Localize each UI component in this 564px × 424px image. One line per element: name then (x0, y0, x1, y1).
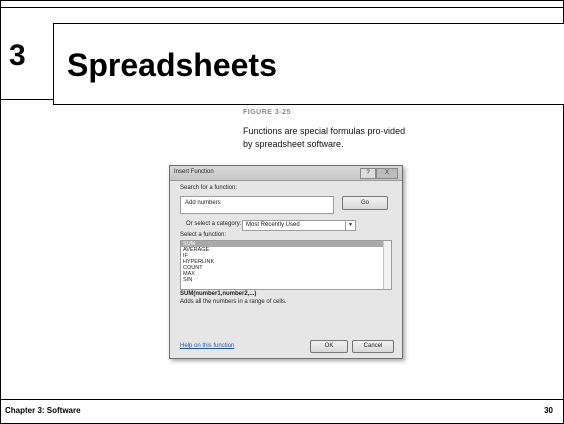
close-button[interactable]: X (376, 168, 398, 179)
slide: 3 Spreadsheets FIGURE 3-25 Functions are… (0, 0, 564, 424)
function-list[interactable]: SUM AVERAGE IF HYPERLINK COUNT MAX SIN (180, 240, 392, 290)
figure-label: FIGURE 3-25 (243, 109, 291, 116)
help-link[interactable]: Help on this function (180, 343, 234, 349)
top-rule (1, 7, 563, 8)
search-input-value: Add numbers (185, 200, 221, 206)
search-label: Search for a function: (180, 185, 238, 191)
dialog-titlebar: Insert Function ? X (170, 166, 402, 181)
ok-button[interactable]: OK (310, 340, 348, 353)
header-rule (1, 99, 53, 100)
chapter-number: 3 (9, 39, 26, 72)
category-label: Or select a category: (186, 221, 242, 227)
dialog-title: Insert Function (174, 169, 214, 175)
go-button[interactable]: Go (342, 196, 388, 210)
footer-chapter: Chapter 3: Software (5, 406, 81, 415)
help-button[interactable]: ? (360, 168, 376, 179)
footer-rule (1, 399, 563, 400)
page-number: 30 (544, 406, 553, 415)
list-item[interactable]: SIN (181, 277, 391, 283)
cancel-button[interactable]: Cancel (352, 340, 394, 353)
list-scrollbar[interactable] (383, 241, 391, 289)
insert-function-dialog: Insert Function ? X Search for a functio… (169, 165, 403, 359)
search-input[interactable]: Add numbers (180, 196, 334, 214)
function-signature: SUM(number1,number2,...) (180, 291, 257, 297)
category-value: Most Recently Used (246, 222, 300, 228)
select-function-label: Select a function: (180, 232, 227, 238)
chevron-down-icon[interactable]: ▼ (345, 221, 355, 230)
slide-title: Spreadsheets (67, 47, 277, 83)
function-description: Adds all the numbers in a range of cells… (180, 299, 287, 305)
category-select[interactable]: Most Recently Used ▼ (242, 220, 356, 231)
figure-caption: Functions are special formulas pro-vided… (243, 126, 406, 149)
